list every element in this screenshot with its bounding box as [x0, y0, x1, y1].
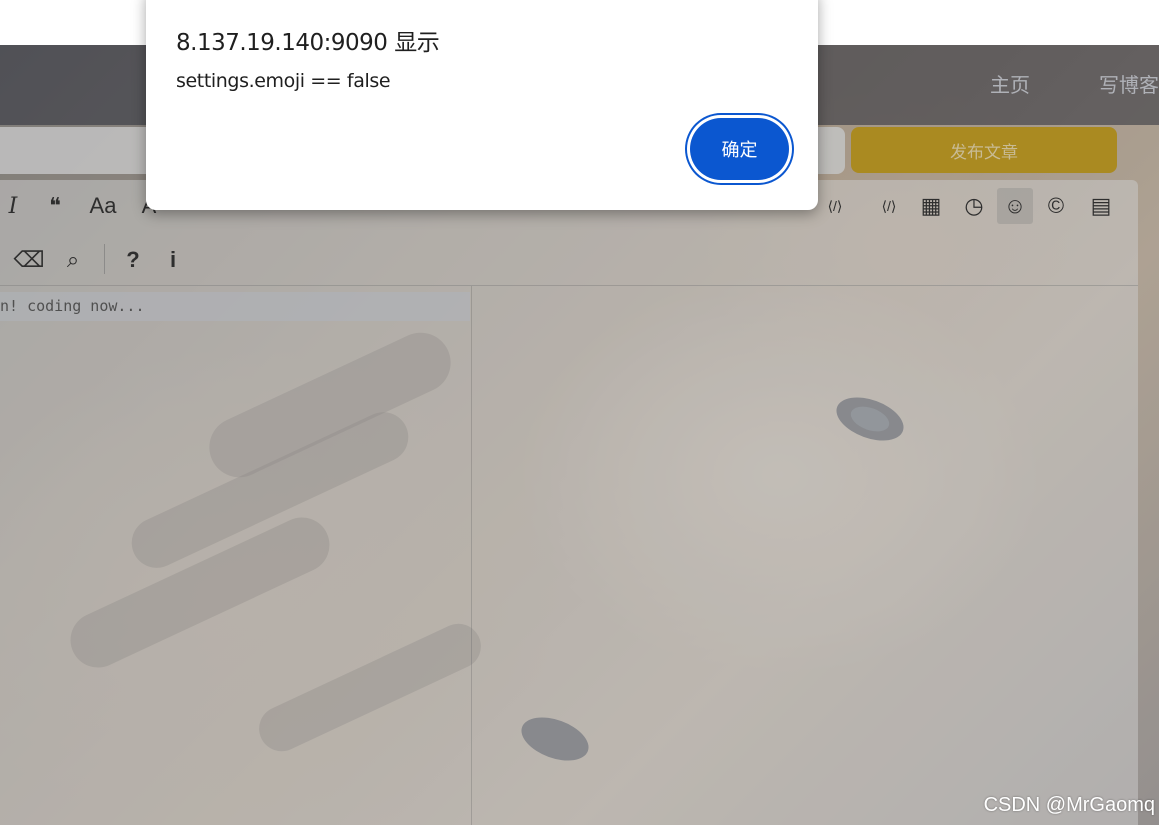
- dialog-message: settings.emoji == false: [176, 70, 391, 92]
- watermark: CSDN @MrGaomq: [983, 794, 1155, 816]
- alert-dialog: 8.137.19.140:9090 显示 settings.emoji == f…: [146, 0, 818, 210]
- dialog-title: 8.137.19.140:9090 显示: [176, 30, 440, 56]
- ok-button[interactable]: 确定: [690, 118, 789, 180]
